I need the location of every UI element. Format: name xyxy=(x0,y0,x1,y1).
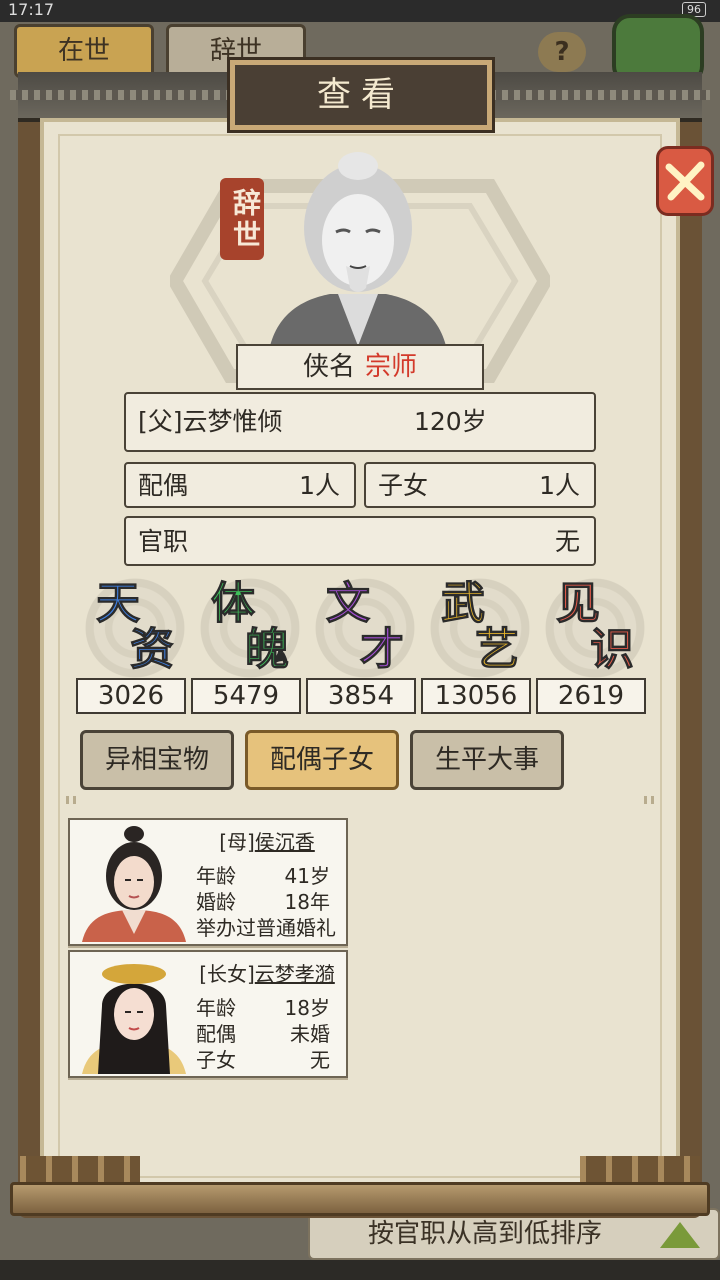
mother-relation: [母] xyxy=(219,830,255,854)
character-portrait xyxy=(270,152,446,346)
stat-physique: 体 魄 5479 xyxy=(191,578,305,716)
row-label: 配偶 xyxy=(196,1022,236,1046)
mother-name[interactable]: 侯沉香 xyxy=(255,830,315,854)
spouse-value: 1人 xyxy=(299,471,340,500)
dialog-base xyxy=(10,1182,710,1216)
stat-char: 武 xyxy=(441,578,486,629)
stat-char: 识 xyxy=(590,624,635,675)
section-divider xyxy=(66,796,654,804)
tab-treasures[interactable]: 异相宝物 xyxy=(80,730,234,790)
close-icon xyxy=(665,161,705,201)
daughter-relation: [长女] xyxy=(199,962,255,986)
daughter-title: [长女]云梦孝漪 xyxy=(192,958,342,987)
row-value: 18岁 xyxy=(284,996,330,1020)
row-value: 18年 xyxy=(284,890,330,914)
spouse-count: 配偶 1人 xyxy=(124,462,356,508)
stat-talent: 天 资 3026 xyxy=(76,578,190,716)
tab-life-events[interactable]: 生平大事 xyxy=(410,730,564,790)
daughter-name[interactable]: 云梦孝漪 xyxy=(255,962,335,986)
stat-literary: 文 才 3854 xyxy=(306,578,420,716)
stat-value: 3854 xyxy=(306,678,416,714)
mother-title: [母]侯沉香 xyxy=(192,826,342,855)
help-button[interactable]: ? xyxy=(538,32,586,72)
mother-age-row: 年龄 41岁 xyxy=(196,860,342,889)
father-info: [父]云梦惟倾 120岁 xyxy=(124,392,596,452)
stat-insight: 见 识 2619 xyxy=(536,578,650,716)
sort-arrow-icon xyxy=(660,1222,700,1248)
children-label: 子女 xyxy=(378,471,429,500)
row-label: 婚龄 xyxy=(196,890,236,914)
spouse-label: 配偶 xyxy=(138,471,189,500)
dialog-title: 查看 xyxy=(317,75,405,115)
nav-bar xyxy=(0,1260,720,1280)
dialog-title-plaque: 查看 xyxy=(227,57,495,133)
tab-family[interactable]: 配偶子女 xyxy=(245,730,399,790)
stat-char: 体 xyxy=(211,578,256,629)
stat-value: 2619 xyxy=(536,678,646,714)
children-value: 1人 xyxy=(539,471,580,500)
stat-value: 3026 xyxy=(76,678,186,714)
stat-char: 艺 xyxy=(475,624,520,675)
deceased-seal: 辞世 xyxy=(220,178,264,260)
office-value: 无 xyxy=(554,527,580,556)
stat-value: 13056 xyxy=(421,678,531,714)
stat-char: 文 xyxy=(326,578,371,629)
row-label: 子女 xyxy=(196,1048,236,1072)
stat-char: 才 xyxy=(360,624,405,675)
close-button[interactable] xyxy=(656,146,714,216)
tab-alive[interactable]: 在世 xyxy=(14,24,154,78)
office-label: 官职 xyxy=(138,527,189,556)
row-label: 年龄 xyxy=(196,996,236,1020)
daughter-children-row: 子女 无 xyxy=(196,1044,342,1073)
stat-value: 5479 xyxy=(191,678,301,714)
mother-avatar xyxy=(82,826,186,942)
daughter-spouse-row: 配偶 未婚 xyxy=(196,1018,342,1047)
row-value: 未婚 xyxy=(290,1022,330,1046)
status-time: 17:17 xyxy=(8,0,55,19)
mother-marriage-row: 婚龄 18年 xyxy=(196,886,342,915)
daughter-age-row: 年龄 18岁 xyxy=(196,992,342,1021)
row-value: 41岁 xyxy=(284,864,330,888)
children-count: 子女 1人 xyxy=(364,462,596,508)
wedding-note: 举办过普通婚礼 xyxy=(196,916,336,940)
stat-char: 魄 xyxy=(245,624,290,675)
status-bar: 17:17 96 xyxy=(0,0,720,22)
name-label: 侠名 xyxy=(302,352,355,382)
name-box: 侠名 宗师 xyxy=(236,344,484,390)
daughter-avatar xyxy=(82,964,186,1074)
office-info: 官职 无 xyxy=(124,516,596,566)
family-card-mother[interactable]: [母]侯沉香 年龄 41岁 婚龄 18年 举办过普通婚礼 xyxy=(68,818,348,946)
stat-char: 天 xyxy=(96,578,141,629)
stat-char: 资 xyxy=(130,624,175,675)
stat-char: 见 xyxy=(556,578,601,629)
sort-label: 按官职从高到低排序 xyxy=(368,1219,603,1249)
father-age: 120岁 xyxy=(414,407,487,436)
stat-martial: 武 艺 13056 xyxy=(421,578,535,716)
family-card-daughter[interactable]: [长女]云梦孝漪 年龄 18岁 配偶 未婚 子女 无 xyxy=(68,950,348,1078)
rank-label: 宗师 xyxy=(365,352,418,382)
row-label: 年龄 xyxy=(196,864,236,888)
father-name: [父]云梦惟倾 xyxy=(138,407,283,436)
row-value: 无 xyxy=(310,1048,330,1072)
